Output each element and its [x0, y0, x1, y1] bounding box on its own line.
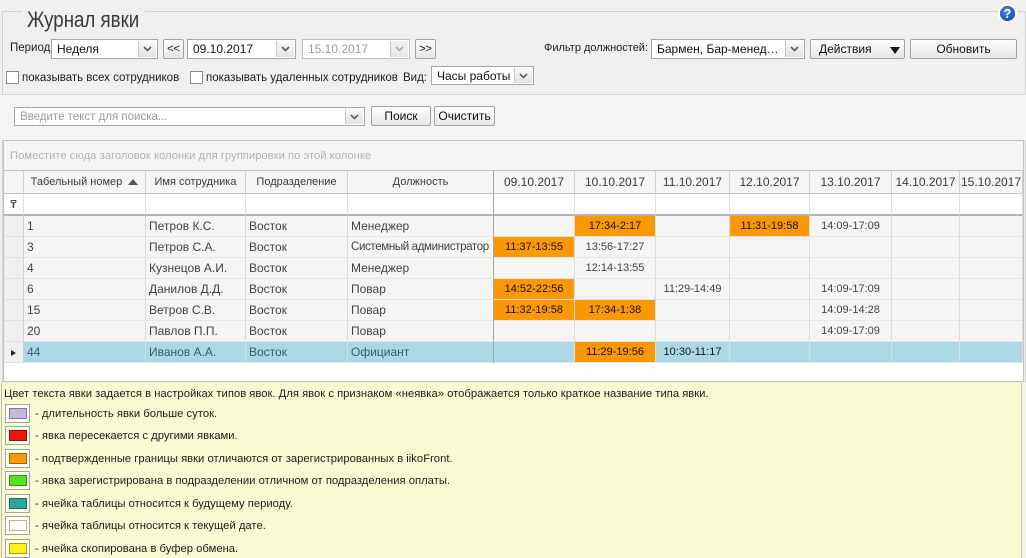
svg-text:?: ?	[1004, 7, 1012, 21]
